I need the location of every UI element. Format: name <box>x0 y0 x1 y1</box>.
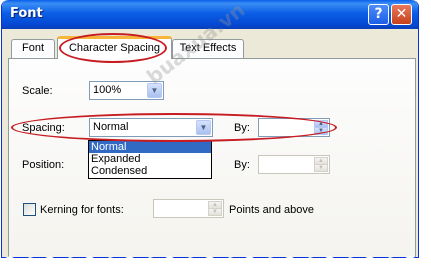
kerning-checkbox[interactable] <box>23 203 36 216</box>
position-label: Position: <box>22 159 65 171</box>
close-icon: ✕ <box>395 6 408 22</box>
torn-edge <box>0 256 431 270</box>
kerning-points-input[interactable]: ▲ ▼ <box>153 199 224 218</box>
tab-character-spacing[interactable]: Character Spacing <box>57 36 172 59</box>
tab-font[interactable]: Font <box>11 39 55 58</box>
scale-label: Scale: <box>22 85 53 97</box>
spacing-dropdown-list[interactable]: Normal Expanded Condensed <box>88 140 212 179</box>
scale-value: 100% <box>93 84 122 96</box>
help-button[interactable]: ? <box>368 4 389 25</box>
chevron-down-icon[interactable]: ▼ <box>196 120 211 135</box>
spacing-label: Spacing: <box>22 122 65 134</box>
tab-character-spacing-label: Character Spacing <box>68 42 161 54</box>
spacing-value: Normal <box>93 121 129 133</box>
spin-down-icon[interactable]: ▼ <box>314 164 328 172</box>
dialog-title: Font <box>10 6 43 21</box>
spin-down-icon[interactable]: ▼ <box>314 127 328 135</box>
help-icon: ? <box>374 6 383 22</box>
spacing-option-normal[interactable]: Normal <box>89 141 211 153</box>
tab-font-label: Font <box>21 42 44 54</box>
position-by-label: By: <box>234 159 250 171</box>
position-by-input[interactable]: ▲ ▼ <box>258 155 330 174</box>
spacing-option-condensed[interactable]: Condensed <box>89 165 211 177</box>
kerning-label: Kerning for fonts: <box>40 204 124 216</box>
spacing-combo[interactable]: Normal ▼ <box>89 118 213 137</box>
spin-down-icon[interactable]: ▼ <box>208 208 222 216</box>
close-button[interactable]: ✕ <box>391 4 412 25</box>
spacing-by-input[interactable]: ▲ ▼ <box>258 118 330 137</box>
spacing-option-expanded[interactable]: Expanded <box>89 153 211 165</box>
tab-panel <box>8 58 416 257</box>
kerning-suffix: Points and above <box>229 204 315 216</box>
font-dialog: Font ? ✕ Font Character Spacing Text Eff… <box>1 0 419 258</box>
spacing-by-label: By: <box>234 122 250 134</box>
